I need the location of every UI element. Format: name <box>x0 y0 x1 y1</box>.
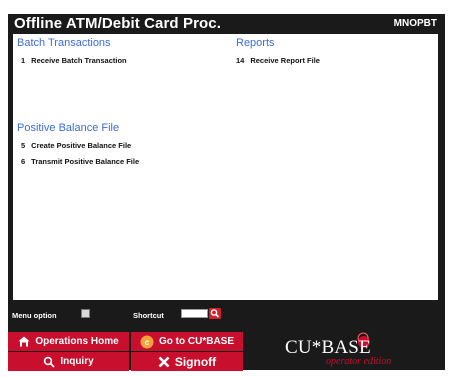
menu-option-label: Menu option <box>12 311 57 320</box>
inquiry-label: Inquiry <box>60 356 94 367</box>
menu-item-label: Create Positive Balance File <box>31 141 132 150</box>
menu-item-number: 1 <box>21 56 26 65</box>
menu-item-label: Receive Report File <box>250 56 320 65</box>
main-window: Offline ATM/Debit Card Proc. MNOPBT Batc… <box>8 14 445 371</box>
menu-item-transmit-positive-balance-file[interactable]: 6 Transmit Positive Balance File <box>21 157 139 166</box>
screen-id: MNOPBT <box>393 18 437 29</box>
signoff-button[interactable]: Signoff <box>131 352 243 371</box>
operations-home-button[interactable]: Operations Home <box>8 332 129 351</box>
go-to-cubase-label: Go to CU*BASE <box>159 336 234 347</box>
search-icon <box>43 356 55 368</box>
close-icon <box>158 356 170 368</box>
menu-item-label: Transmit Positive Balance File <box>31 157 140 166</box>
section-heading-batch-transactions: Batch Transactions <box>17 37 111 49</box>
menu-item-number: 5 <box>21 141 26 150</box>
menu-item-create-positive-balance-file[interactable]: 5 Create Positive Balance File <box>21 141 131 150</box>
go-to-cubase-button[interactable]: c Go to CU*BASE <box>131 332 243 351</box>
menu-item-label: Receive Batch Transaction <box>31 56 127 65</box>
home-icon <box>18 336 30 347</box>
app-title: Offline ATM/Debit Card Proc. <box>14 15 221 32</box>
operations-home-label: Operations Home <box>35 336 119 347</box>
menu-item-number: 6 <box>21 157 26 166</box>
menu-panel: Batch Transactions 1 Receive Batch Transa… <box>13 34 438 300</box>
title-bar: Offline ATM/Debit Card Proc. MNOPBT <box>8 14 445 33</box>
menu-item-receive-batch-transaction[interactable]: 1 Receive Batch Transaction <box>21 56 127 65</box>
cubase-logo: CU*BASE operator edition <box>270 330 400 370</box>
menu-item-receive-report-file[interactable]: 14 Receive Report File <box>236 56 320 65</box>
logo-subtext: operator edition <box>326 356 392 367</box>
menu-item-number: 14 <box>236 56 245 65</box>
shortcut-label: Shortcut <box>133 311 164 320</box>
svg-text:c: c <box>145 338 150 347</box>
input-bar: Menu option Shortcut <box>8 302 445 324</box>
shortcut-input[interactable] <box>181 309 208 318</box>
menu-option-input[interactable] <box>81 309 90 318</box>
cubase-logo-icon: c <box>140 335 154 349</box>
search-icon <box>210 309 220 318</box>
inquiry-button[interactable]: Inquiry <box>8 352 129 371</box>
section-heading-positive-balance-file: Positive Balance File <box>17 122 120 134</box>
section-heading-reports: Reports <box>236 37 275 49</box>
search-button[interactable] <box>209 308 221 319</box>
signoff-label: Signoff <box>174 354 217 369</box>
